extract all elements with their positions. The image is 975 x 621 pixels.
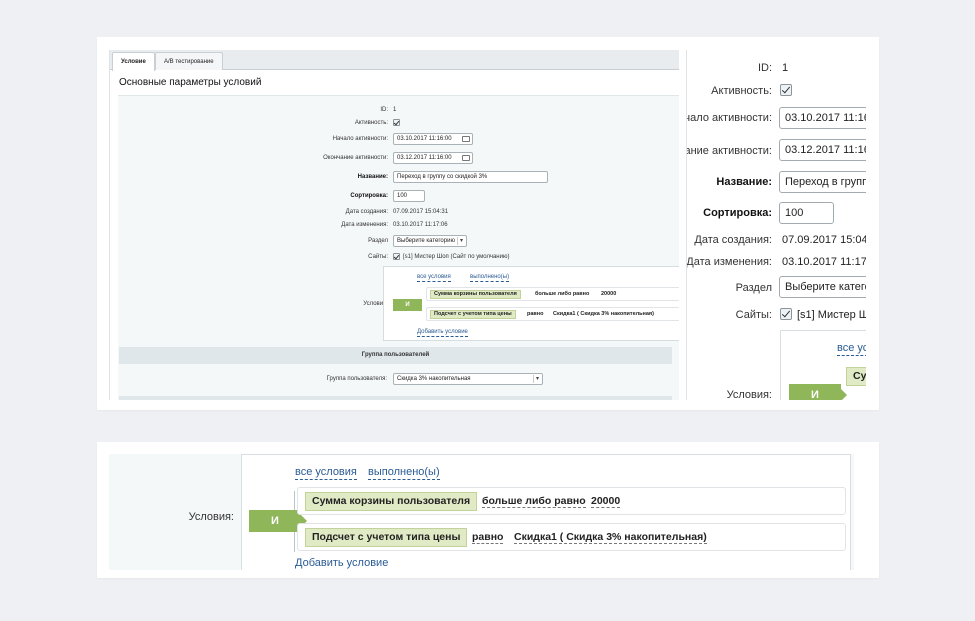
all-conditions-link[interactable]: все условия <box>295 466 357 480</box>
condition-operator[interactable]: равно <box>527 311 543 317</box>
condition-row: Сумма корзины пользователя больше либо р… <box>426 287 679 301</box>
condition-operator[interactable]: больше либо равно <box>482 495 586 508</box>
conditions-editor: все условия выполнено(ы) И Сумма корзины… <box>241 454 851 570</box>
active-label: Активность: <box>711 85 772 97</box>
tab-ab-testing[interactable]: A/B тестирование <box>155 52 223 70</box>
condition-row: Подсчет с учетом типа цены равно Скидка1… <box>426 307 679 321</box>
sites-label: Сайты: <box>368 254 388 260</box>
name-label: Название: <box>716 176 772 188</box>
section-label: Раздел <box>735 282 772 294</box>
section-divider <box>119 396 672 400</box>
condition-operator[interactable]: больше либо равно <box>535 291 589 297</box>
logic-and-badge[interactable]: И <box>249 510 307 532</box>
conditions-label: Условия: <box>726 389 772 400</box>
user-group-select-value: Скидка 3% накопительная <box>397 376 471 382</box>
condition-field[interactable]: Сумма корзины пользователя <box>430 290 521 299</box>
tab-bar: Условие A/B тестирование <box>110 50 679 71</box>
modified-value: 03.10.2017 11:17:06 <box>393 222 448 228</box>
all-conditions-link[interactable]: все ус <box>837 342 866 356</box>
name-input[interactable]: Переход в группу <box>779 171 866 193</box>
chevron-down-icon: ▾ <box>457 237 465 245</box>
id-value: 1 <box>782 62 789 74</box>
id-value: 1 <box>393 107 397 113</box>
page-title: Основные параметры условий <box>119 77 262 88</box>
name-input[interactable]: Переход в группу со скидкой 3% <box>393 171 548 183</box>
sites-label: Сайты: <box>735 309 772 321</box>
sort-input[interactable]: 100 <box>393 190 425 202</box>
condition-row: Подсчет с учетом типа цены равно Скидка1… <box>297 523 846 551</box>
created-label: Дата создания: <box>345 209 388 215</box>
logic-and-badge[interactable]: И <box>789 384 847 400</box>
condition-value[interactable]: 20000 <box>591 495 621 508</box>
section-select[interactable]: Выберите категорию ▾ <box>393 235 467 247</box>
name-label: Название: <box>357 174 388 180</box>
calendar-icon[interactable] <box>462 155 470 161</box>
add-condition-link[interactable]: Добавить условие <box>417 328 468 337</box>
discount-rule-form: Условие A/B тестирование Основные параме… <box>109 50 679 400</box>
condition-field[interactable]: Сумма корзины пользователя <box>305 492 478 511</box>
end-label: Окончание активности: <box>323 155 388 161</box>
all-conditions-link[interactable]: все условия <box>417 273 451 282</box>
start-date-input[interactable]: 03.10.2017 11:16 <box>779 107 866 129</box>
created-value: 07.09.2017 15:04:31 <box>393 209 449 215</box>
zoomed-form-detail: ID: 1 Активность: ачало активности: 03.1… <box>686 50 866 400</box>
active-checkbox[interactable] <box>780 84 792 96</box>
section-select[interactable]: Выберите катего <box>779 276 866 298</box>
fulfilled-link[interactable]: выполнено(ы) <box>470 273 510 282</box>
condition-value[interactable]: 20000 <box>601 291 616 297</box>
conditions-zoom: Условия: все условия выполнено(ы) И Сумм… <box>109 454 854 570</box>
fulfilled-link[interactable]: выполнено(ы) <box>368 466 440 480</box>
sort-label: Сортировка: <box>350 193 388 199</box>
sort-label: Сортировка: <box>703 207 772 219</box>
conditions-editor: все ус Су И <box>780 330 866 400</box>
conditions-label: Условия: <box>363 301 388 307</box>
start-date-input[interactable]: 03.10.2017 11:16:00 <box>393 133 473 145</box>
sort-input[interactable]: 100 <box>779 202 834 224</box>
end-date-input[interactable]: 03.12.2017 11:16 <box>779 139 866 161</box>
conditions-label: Условия: <box>188 511 234 523</box>
created-value: 07.09.2017 15:04:3 <box>782 234 866 246</box>
site-value: [s1] Мистер Шо <box>797 309 866 321</box>
tab-condition[interactable]: Условие <box>112 52 155 71</box>
logic-and-badge[interactable]: И <box>393 299 422 311</box>
condition-field[interactable]: Подсчет с учетом типа цены <box>305 528 468 547</box>
site-checkbox[interactable] <box>393 253 400 260</box>
end-label: чание активности: <box>686 145 772 157</box>
condition-row: Сумма корзины пользователя больше либо р… <box>297 487 846 515</box>
user-group-label: Группа пользователя: <box>326 376 387 382</box>
condition-field[interactable]: Подсчет с учетом типа цены <box>430 310 516 319</box>
add-condition-link[interactable]: Добавить условие <box>295 557 388 570</box>
id-label: ID: <box>757 62 772 74</box>
site-checkbox[interactable] <box>780 308 792 320</box>
start-label: ачало активности: <box>686 112 772 124</box>
start-label: Начало активности: <box>332 136 388 142</box>
modified-label: Дата изменения: <box>341 222 388 228</box>
condition-value[interactable]: Скидка1 ( Скидка 3% накопительная) <box>514 531 707 544</box>
active-checkbox[interactable] <box>393 119 400 126</box>
id-label: ID: <box>380 107 388 113</box>
site-value: [s1] Мистер Шоп (Сайт по умолчанию) <box>403 254 510 260</box>
modified-value: 03.10.2017 11:17:0 <box>782 256 866 268</box>
section-select-value: Выберите категорию <box>397 238 455 244</box>
condition-value[interactable]: Скидка1 ( Скидка 3% накопительная) <box>553 311 654 317</box>
chevron-down-icon: ▾ <box>533 375 541 383</box>
modified-label: Дата изменения: <box>686 256 772 268</box>
conditions-editor: все условия выполнено(ы) И Сумма корзины… <box>383 266 679 341</box>
end-date-input[interactable]: 03.12.2017 11:16:00 <box>393 152 473 164</box>
end-date-value: 03.12.2017 11:16:00 <box>397 155 452 161</box>
start-date-value: 03.10.2017 11:16:00 <box>397 136 452 142</box>
created-label: Дата создания: <box>694 234 772 246</box>
active-label: Активность: <box>354 120 388 126</box>
user-group-section-title: Группа пользователей <box>119 347 672 364</box>
calendar-icon[interactable] <box>462 136 470 142</box>
condition-operator[interactable]: равно <box>472 531 504 544</box>
section-label: Раздел <box>368 238 388 244</box>
condition-field[interactable]: Су <box>846 367 866 386</box>
user-group-select[interactable]: Скидка 3% накопительная ▾ <box>393 373 543 385</box>
